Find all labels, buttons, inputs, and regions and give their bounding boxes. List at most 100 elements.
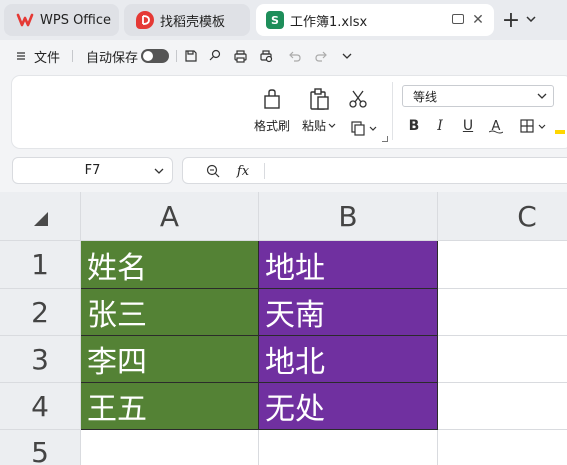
redo-icon[interactable]	[313, 48, 329, 64]
print-preview-icon[interactable]	[258, 48, 274, 64]
column-letter: C	[517, 199, 537, 233]
autosave-label: 自动保存	[86, 44, 138, 68]
chevron-down-icon	[369, 126, 376, 131]
chevron-down-icon[interactable]	[524, 12, 538, 26]
cell-a5[interactable]	[81, 430, 259, 465]
chevron-down-icon	[538, 124, 546, 129]
bold-glyph: B	[408, 118, 420, 134]
cell-c2[interactable]	[438, 289, 567, 336]
strikethrough-button[interactable]: A	[486, 116, 506, 136]
tab-docer-templates[interactable]: 找稻壳模板	[124, 4, 250, 36]
column-letter: B	[338, 199, 358, 233]
autosave-toggle[interactable]	[141, 49, 169, 63]
cell-b3[interactable]: 地北	[259, 336, 438, 383]
share-icon[interactable]	[207, 48, 223, 64]
copy-button[interactable]	[346, 115, 380, 141]
cell-a2[interactable]: 张三	[81, 289, 259, 336]
formula-bar[interactable]: fx	[182, 157, 567, 184]
close-icon[interactable]: ✕	[470, 12, 486, 28]
zoom-lookup-icon[interactable]	[205, 163, 221, 179]
column-header-c[interactable]: C	[438, 192, 567, 241]
row-header-3[interactable]: 3	[0, 336, 81, 383]
format-painter-label: 格式刷	[254, 119, 291, 133]
format-painter-icon	[259, 86, 285, 112]
italic-button[interactable]: I	[430, 116, 450, 136]
cell-text: 地址	[265, 250, 325, 286]
row-number: 1	[31, 248, 49, 281]
fill-color-button[interactable]	[555, 116, 565, 136]
new-tab-plus-icon[interactable]: +	[499, 8, 523, 33]
cell-c3[interactable]	[438, 336, 567, 383]
insert-function-icon[interactable]: fx	[235, 163, 251, 179]
copy-icon	[346, 115, 380, 141]
file-menu[interactable]: 文件	[16, 44, 60, 68]
name-box[interactable]: F7	[12, 157, 173, 184]
row-header-5[interactable]: 5	[0, 430, 81, 465]
font-name-select[interactable]: 等线	[402, 85, 554, 107]
save-icon[interactable]	[183, 48, 199, 64]
cell-a1[interactable]: 姓名	[81, 241, 259, 289]
cell-c5[interactable]	[438, 430, 567, 465]
tab-workbook[interactable]: S 工作簿1.xlsx ✕	[256, 4, 494, 36]
row-header-4[interactable]: 4	[0, 383, 81, 430]
paste-button[interactable]: 粘贴	[302, 86, 336, 134]
menu-row: 文件 自动保存	[0, 40, 567, 72]
tab-label: WPS Office	[40, 12, 112, 28]
window-monitor-icon[interactable]	[452, 14, 464, 24]
divider	[264, 163, 265, 179]
cut-button[interactable]	[345, 86, 371, 112]
column-header-b[interactable]: B	[259, 192, 438, 241]
row-number: 2	[31, 295, 49, 329]
underline-glyph: U	[462, 118, 474, 134]
row-number: 5	[31, 436, 49, 465]
column-header-a[interactable]: A	[81, 192, 259, 241]
italic-glyph: I	[437, 118, 443, 134]
chevron-down-icon	[537, 93, 547, 99]
divider	[392, 82, 393, 140]
format-painter-button[interactable]: 格式刷	[254, 86, 290, 134]
ribbon-home: 格式刷 粘贴 等线 B I U A	[12, 76, 567, 148]
spreadsheet-logo-icon: S	[266, 11, 284, 29]
row-header-2[interactable]: 2	[0, 289, 81, 336]
cell-text: 李四	[87, 345, 147, 380]
cell-c4[interactable]	[438, 383, 567, 430]
column-letter: A	[159, 199, 180, 233]
select-all-corner[interactable]	[0, 192, 81, 241]
cell-text: 姓名	[87, 250, 147, 286]
cell-b4[interactable]: 无处	[259, 383, 438, 430]
divider	[176, 50, 177, 62]
select-all-triangle-icon	[34, 212, 48, 226]
tab-wps-office[interactable]: WPS Office	[4, 4, 119, 36]
autosave-text: 自动保存	[86, 50, 139, 66]
cell-c1[interactable]	[438, 241, 567, 289]
bold-button[interactable]: B	[404, 116, 424, 136]
fill-color-swatch	[555, 130, 565, 134]
wps-logo-icon	[16, 11, 34, 29]
title-tab-bar: WPS Office 找稻壳模板 S 工作簿1.xlsx ✕ +	[0, 0, 567, 40]
row-header-1[interactable]: 1	[0, 241, 81, 289]
chevron-down-icon[interactable]	[339, 48, 355, 64]
cell-text: 张三	[87, 298, 147, 333]
tab-label: 工作簿1.xlsx	[290, 14, 368, 30]
cell-text: 王五	[87, 392, 147, 427]
cell-a4[interactable]: 王五	[81, 383, 259, 430]
cell-a3[interactable]: 李四	[81, 336, 259, 383]
cell-b1[interactable]: 地址	[259, 241, 438, 289]
cell-text: 无处	[265, 392, 325, 427]
chevron-down-icon	[154, 168, 164, 174]
strike-wave-icon	[489, 130, 503, 134]
cell-b2[interactable]: 天南	[259, 289, 438, 336]
print-icon[interactable]	[232, 48, 248, 64]
cell-b5[interactable]	[259, 430, 438, 465]
tab-label: 找稻壳模板	[160, 14, 226, 30]
cell-text: 地北	[265, 345, 325, 380]
clipboard-launcher-icon[interactable]	[382, 136, 388, 142]
paste-icon	[306, 86, 332, 112]
borders-button[interactable]	[518, 116, 548, 136]
divider	[72, 50, 73, 62]
spreadsheet-grid[interactable]: A B C 1 2 3 4 5 姓名 地址 张三 天南 李四 地北 王五 无处	[0, 192, 567, 465]
underline-button[interactable]: U	[458, 116, 478, 136]
paste-label: 粘贴	[302, 119, 327, 133]
row-number: 3	[31, 342, 49, 376]
undo-icon[interactable]	[287, 48, 303, 64]
